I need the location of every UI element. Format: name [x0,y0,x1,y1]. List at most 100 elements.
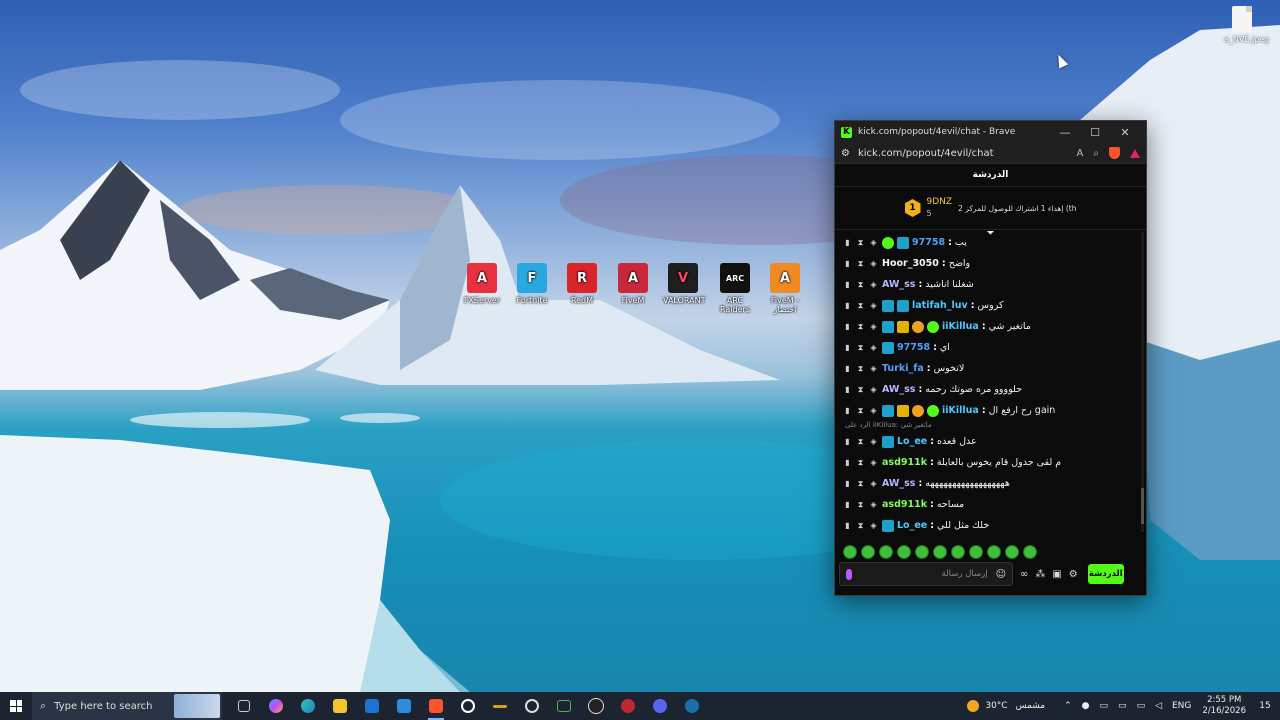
microphone-icon[interactable]: ● [1082,701,1090,711]
close-button[interactable]: ✕ [1110,126,1140,139]
mod-shield-icon[interactable]: ◈ [869,343,878,352]
chat-username[interactable]: Turki_fa [882,363,924,374]
maximize-button[interactable]: ☐ [1080,126,1110,139]
chat-message[interactable]: ▮ ⧗ ◈ Hoor_3050: واضح [843,253,1133,274]
taskbar-search[interactable]: ⌕ Type here to search [32,692,222,720]
reply-reference[interactable]: الرد على iiKillua: ماتغير شي [843,421,1133,431]
emote-icon[interactable] [1023,545,1037,559]
taskbar-steam[interactable] [676,692,708,720]
taskbar-copilot[interactable] [260,692,292,720]
pin-icon[interactable]: ▮ [843,301,852,310]
mod-shield-icon[interactable]: ◈ [869,385,878,394]
timeout-icon[interactable]: ⧗ [856,437,865,447]
chat-message[interactable]: ▮ ⧗ ◈ AW_ss: شغلنا اناشيد [843,274,1133,295]
mod-shield-icon[interactable]: ◈ [869,458,878,467]
mod-shield-icon[interactable]: ◈ [869,437,878,446]
chat-message[interactable]: ▮ ⧗ ◈ iiKillua: ماتغير شي [843,316,1133,337]
pin-icon[interactable]: ▮ [843,343,852,352]
taskbar-brave[interactable] [420,692,452,720]
mod-shield-icon[interactable]: ◈ [869,259,878,268]
emote-icon[interactable] [843,545,857,559]
brave-rewards-icon[interactable] [1130,148,1140,158]
chat-username[interactable]: asd911k [882,499,927,510]
emote-icon[interactable] [915,545,929,559]
taskbar-edge[interactable] [292,692,324,720]
chat-message[interactable]: ▮ ⧗ ◈ 97758: اي [843,337,1133,358]
chat-scrollbar[interactable] [1141,232,1144,532]
pin-icon[interactable]: ▮ [843,280,852,289]
pin-icon[interactable]: ▮ [843,238,852,247]
mod-shield-icon[interactable]: ◈ [869,280,878,289]
taskbar-discord[interactable] [644,692,676,720]
chat-input[interactable]: إرسال رسالة ☺ [839,562,1013,586]
notification-center-button[interactable]: 15 [1254,701,1276,711]
language-indicator[interactable]: ENG [1172,701,1191,711]
mod-shield-icon[interactable]: ◈ [869,322,878,331]
desktop-icon-fxserver[interactable]: A FXServer [462,263,502,305]
pin-icon[interactable]: ▮ [843,385,852,394]
chat-username[interactable]: latifah_luv [912,300,968,311]
taskbar-file-explorer[interactable] [324,692,356,720]
chat-message[interactable]: ▮ ⧗ ◈ Turki_fa: لاتخوس [843,358,1133,379]
emote-icon[interactable] [987,545,1001,559]
desktop-icon-fivem[interactable]: A FiveM [613,263,653,305]
taskbar-outlook[interactable] [356,692,388,720]
timeout-icon[interactable]: ⧗ [856,238,865,248]
timeout-icon[interactable]: ⧗ [856,500,865,510]
timeout-icon[interactable]: ⧗ [856,479,865,489]
taskbar-app-11[interactable] [548,692,580,720]
taskbar-app-9[interactable] [484,692,516,720]
pin-icon[interactable]: ▮ [843,259,852,268]
pin-icon[interactable]: ▮ [843,437,852,446]
desktop-icon-arc-raiders[interactable]: ARC ARC Raiders [713,263,757,314]
desktop-icon-valorant[interactable]: V VALORANT [663,263,705,305]
gift-leaderboard[interactable]: 1 9DNZ 5 إهداء 1 اشتراك للوصول للمركز 2 … [835,187,1146,230]
mod-shield-icon[interactable]: ◈ [869,301,878,310]
chat-username[interactable]: AW_ss [882,384,915,395]
timeout-icon[interactable]: ⧗ [856,301,865,311]
emote-icon[interactable] [951,545,965,559]
clock[interactable]: 2:55 PM 2/16/2026 [1202,695,1246,717]
chat-username[interactable]: Lo_ee [897,436,927,447]
chat-username[interactable]: Hoor_3050 [882,258,939,269]
pin-icon[interactable]: ▮ [843,500,852,509]
chat-username[interactable]: Lo_ee [897,520,927,531]
chat-username[interactable]: 97758 [897,342,930,353]
emote-icon[interactable] [897,545,911,559]
minimize-button[interactable]: — [1050,126,1080,139]
taskbar-app-8[interactable] [452,692,484,720]
tray-overflow-chevron-icon[interactable]: ⌃ [1064,701,1072,711]
pin-icon[interactable]: ▮ [843,479,852,488]
chat-message[interactable]: ▮ ⧗ ◈ iiKillua: رح ارفع ال gain [843,400,1133,421]
infinity-icon[interactable]: ∞ [1020,569,1028,580]
store-icon[interactable]: ▣ [1052,569,1061,580]
network-icon[interactable]: ▭ [1137,701,1146,711]
emote-icon[interactable] [861,545,875,559]
chat-message[interactable]: ▮ ⧗ ◈ 97758: يب [843,232,1133,253]
pin-icon[interactable]: ▮ [843,458,852,467]
translate-icon[interactable]: A [1077,148,1084,159]
timeout-icon[interactable]: ⧗ [856,280,865,290]
scrollbar-thumb[interactable] [1141,488,1144,524]
desktop-icon-fortnite[interactable]: F Fortnite [512,263,552,305]
weather-widget[interactable]: 30°C مشمس [967,700,1045,712]
chat-username[interactable]: 97758 [912,237,945,248]
tray-app-icon[interactable]: ▭ [1118,701,1127,711]
taskbar-app-12[interactable] [580,692,612,720]
timeout-icon[interactable]: ⧗ [856,322,865,332]
mod-shield-icon[interactable]: ◈ [869,521,878,530]
taskbar-store[interactable] [388,692,420,720]
mod-shield-icon[interactable]: ◈ [869,364,878,373]
pin-icon[interactable]: ▮ [843,406,852,415]
chat-username[interactable]: iiKillua [942,405,979,416]
predictions-icon[interactable]: ⁂ [1035,569,1045,580]
chat-message[interactable]: ▮ ⧗ ◈ Lo_ee: خلك مثل للي [843,515,1133,536]
chat-message[interactable]: ▮ ⧗ ◈ latifah_luv: كروس [843,295,1133,316]
settings-gear-icon[interactable]: ⚙ [1069,569,1078,580]
address-bar[interactable]: ⚙ kick.com/popout/4evil/chat A ⌕ [835,143,1146,164]
timeout-icon[interactable]: ⧗ [856,343,865,353]
emote-icon[interactable] [1005,545,1019,559]
desktop-icon-fivem-shortcut[interactable]: A FiveM - اختصار [765,263,805,314]
microphone-icon[interactable] [846,568,852,580]
title-bar[interactable]: K kick.com/popout/4evil/chat - Brave — ☐… [835,121,1146,143]
